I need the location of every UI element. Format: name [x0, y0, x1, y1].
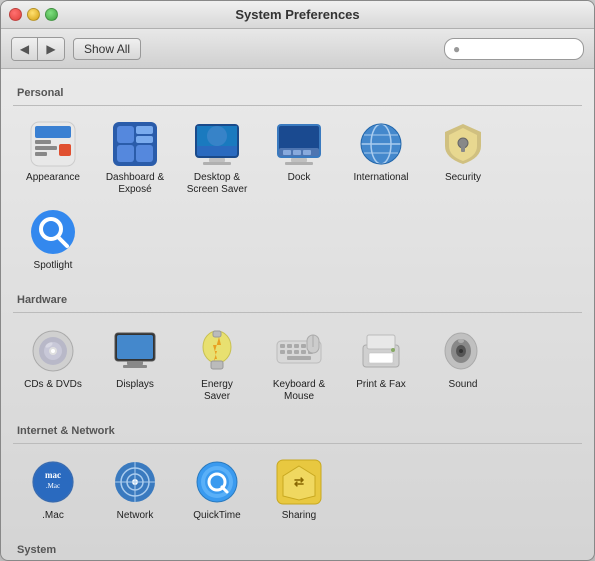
security-icon: [437, 118, 489, 170]
pref-keyboard[interactable]: Keyboard &Mouse: [259, 321, 339, 407]
content-area: Personal Appearance: [1, 69, 594, 560]
sharing-icon: ⇄: [273, 456, 325, 508]
appearance-label: Appearance: [26, 172, 80, 184]
search-icon: ●: [453, 42, 460, 56]
window-title: System Preferences: [235, 7, 359, 22]
spotlight-icon: [27, 206, 79, 258]
cds-icon: [27, 325, 79, 377]
system-preferences-window: System Preferences ◀ ▶ Show All ● Person…: [0, 0, 595, 561]
sharing-label: Sharing: [282, 510, 316, 522]
pref-cds[interactable]: CDs & DVDs: [13, 321, 93, 407]
internet-grid: mac .Mac .Mac: [13, 450, 582, 534]
desktop-label: Desktop &Screen Saver: [187, 172, 248, 196]
network-label: Network: [117, 510, 154, 522]
pref-sound[interactable]: Sound: [423, 321, 503, 407]
pref-international[interactable]: International: [341, 114, 421, 200]
spotlight-label: Spotlight: [34, 260, 73, 272]
mac-label: .Mac: [42, 510, 64, 522]
maximize-button[interactable]: [45, 8, 58, 21]
security-label: Security: [445, 172, 481, 184]
traffic-lights: [9, 8, 58, 21]
svg-text:⇄: ⇄: [294, 475, 304, 489]
keyboard-label: Keyboard &Mouse: [273, 379, 325, 403]
search-input[interactable]: [464, 42, 575, 56]
section-personal-label: Personal: [17, 87, 582, 99]
pref-security[interactable]: Security: [423, 114, 503, 200]
section-hardware-label: Hardware: [17, 294, 582, 306]
desktop-icon: [191, 118, 243, 170]
svg-text:.Mac: .Mac: [46, 482, 60, 490]
pref-dashboard[interactable]: Dashboard &Exposé: [95, 114, 175, 200]
pref-appearance[interactable]: Appearance: [13, 114, 93, 200]
back-button[interactable]: ◀: [12, 38, 38, 60]
hardware-grid: CDs & DVDs Displays: [13, 319, 582, 415]
print-icon: [355, 325, 407, 377]
section-internet-label: Internet & Network: [17, 425, 582, 437]
show-all-button[interactable]: Show All: [73, 38, 141, 60]
quicktime-label: QuickTime: [193, 510, 240, 522]
pref-print[interactable]: Print & Fax: [341, 321, 421, 407]
mac-icon: mac .Mac: [27, 456, 79, 508]
keyboard-icon: [273, 325, 325, 377]
pref-quicktime[interactable]: QuickTime: [177, 452, 257, 526]
energy-label: EnergySaver: [201, 379, 233, 403]
print-label: Print & Fax: [356, 379, 405, 391]
network-icon: [109, 456, 161, 508]
nav-buttons: ◀ ▶: [11, 37, 65, 61]
international-icon: [355, 118, 407, 170]
pref-dock[interactable]: Dock: [259, 114, 339, 200]
quicktime-icon: [191, 456, 243, 508]
pref-network[interactable]: Network: [95, 452, 175, 526]
international-label: International: [353, 172, 408, 184]
pref-desktop[interactable]: Desktop &Screen Saver: [177, 114, 257, 200]
appearance-icon: [27, 118, 79, 170]
personal-grid: Appearance Dashboard &Exposé: [13, 112, 582, 284]
titlebar: System Preferences: [1, 1, 594, 29]
pref-energy[interactable]: EnergySaver: [177, 321, 257, 407]
energy-icon: [191, 325, 243, 377]
search-box[interactable]: ●: [444, 38, 584, 60]
close-button[interactable]: [9, 8, 22, 21]
minimize-button[interactable]: [27, 8, 40, 21]
dashboard-label: Dashboard &Exposé: [106, 172, 164, 196]
toolbar: ◀ ▶ Show All ●: [1, 29, 594, 69]
dashboard-icon: [109, 118, 161, 170]
pref-sharing[interactable]: ⇄ Sharing: [259, 452, 339, 526]
pref-displays[interactable]: Displays: [95, 321, 175, 407]
displays-icon: [109, 325, 161, 377]
forward-button[interactable]: ▶: [38, 38, 64, 60]
section-system-label: System: [17, 544, 582, 556]
sound-label: Sound: [449, 379, 478, 391]
dock-icon: [273, 118, 325, 170]
pref-spotlight[interactable]: Spotlight: [13, 202, 93, 276]
pref-mac[interactable]: mac .Mac .Mac: [13, 452, 93, 526]
displays-label: Displays: [116, 379, 154, 391]
svg-text:mac: mac: [45, 470, 61, 480]
dock-label: Dock: [288, 172, 311, 184]
cds-label: CDs & DVDs: [24, 379, 82, 391]
sound-icon: [437, 325, 489, 377]
